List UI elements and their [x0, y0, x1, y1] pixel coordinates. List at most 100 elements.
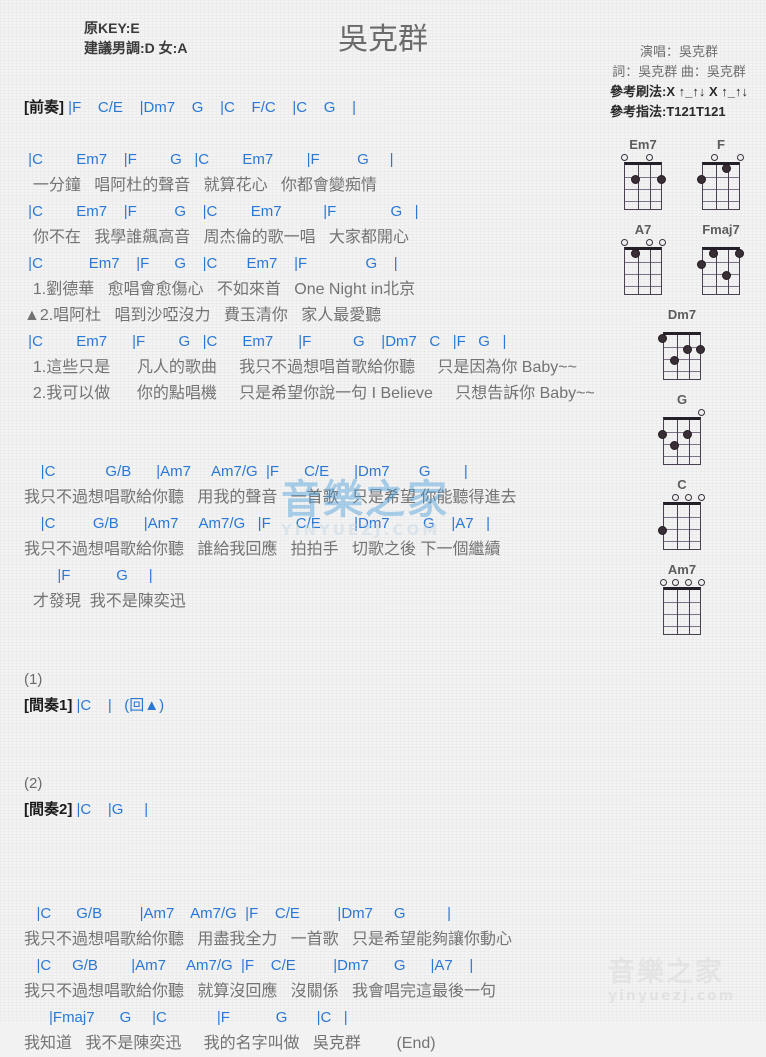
- chord-diagram-name: Em7: [629, 137, 657, 152]
- chord-diagram: Fmaj7: [682, 223, 760, 296]
- chord-diagram-name: C: [677, 477, 687, 492]
- lyric-line: 你不在 我學誰飆高音 周杰倫的歌一唱 大家都開心: [24, 229, 409, 246]
- finger-position-dot: [696, 259, 706, 269]
- fret-wire: [664, 517, 700, 518]
- finger-position-dot: [696, 174, 706, 184]
- fretboard: [663, 502, 701, 550]
- chord-line: |C G/B |Am7 Am7/G |F C/E |Dm7 G |A7 |: [24, 957, 474, 974]
- fingering-pattern: 參考指法:T121T121: [610, 104, 726, 119]
- open-string-circle-icon: [684, 579, 692, 586]
- chord-diagram-name: G: [676, 392, 688, 407]
- lyric-line: 2.我可以做 你的點唱機 只是希望你說一句 I Believe 只想告訴你 Ba…: [24, 385, 595, 402]
- open-string-circle-icon: [672, 579, 680, 586]
- chord-diagram-grid: [657, 578, 707, 636]
- chord-diagram: Am7: [604, 563, 760, 636]
- section-line: [間奏1] |C | (回▲): [24, 693, 610, 719]
- fret-wire: [664, 347, 700, 348]
- writer-line: 詞：吳克群 曲：吳克群: [612, 64, 746, 79]
- fret-wire: [664, 541, 700, 542]
- section-line: [前奏] |F C/E |Dm7 G |C F/C |C G |: [24, 95, 610, 121]
- chord-diagram: C: [604, 478, 760, 551]
- section-chords: |F C/E |Dm7 G |C F/C |C G |: [64, 99, 357, 116]
- finger-position-dot: [695, 344, 705, 354]
- fret-wire: [625, 262, 661, 263]
- fretboard: [663, 417, 701, 465]
- section-tag: [前奏]: [24, 99, 64, 116]
- finger-position-dot: [657, 429, 667, 439]
- chord-diagram-grid: [618, 153, 668, 211]
- finger-position-dot: [656, 174, 666, 184]
- chord-line: |C G/B |Am7 Am7/G |F C/E |Dm7 G |: [24, 463, 468, 480]
- line-spacer: [24, 745, 610, 771]
- string-line: [650, 165, 652, 209]
- line-spacer: [24, 433, 610, 459]
- fret-wire: [703, 286, 739, 287]
- fret-wire: [703, 262, 739, 263]
- fret-wire: [625, 201, 661, 202]
- line-spacer: [24, 121, 610, 147]
- chord-diagram-grid: [696, 238, 746, 296]
- open-string-markers: [618, 238, 668, 247]
- finger-position-dot: [682, 429, 692, 439]
- chord-sheet-page: 原KEY:E 建議男調:D 女:A 吳克群 演唱：吳克群 詞：吳克群 曲：吳克群…: [0, 0, 766, 1052]
- chord-diagram: Em7: [604, 138, 682, 211]
- chord-line: |C Em7 |F G |C Em7 |F G |: [24, 151, 394, 168]
- open-string-markers: [657, 493, 707, 502]
- finger-position-dot: [721, 270, 731, 280]
- string-line: [689, 335, 691, 379]
- fret-wire: [664, 602, 700, 603]
- finger-position-dot: [709, 248, 719, 258]
- fret-wire: [664, 626, 700, 627]
- fret-wire: [703, 201, 739, 202]
- lyric-line: 我知道 我不是陳奕迅 我的名字叫做 吳克群 (End): [24, 1035, 436, 1052]
- lyric-line: 我只不過想唱歌給你聽 誰給我回應 拍拍手 切歌之後 下一個繼續: [24, 541, 501, 558]
- open-string-circle-icon: [645, 154, 653, 161]
- string-line: [676, 505, 678, 549]
- chord-diagram: F: [682, 138, 760, 211]
- chord-diagram: G: [604, 393, 760, 466]
- chord-line: |C G/B |Am7 Am7/G |F C/E |Dm7 G |A7 |: [24, 515, 490, 532]
- chord-diagram-name: Dm7: [667, 307, 697, 322]
- chord-diagram-panel: Em7 F A7 Fmaj7 Dm7 G C Am7: [604, 138, 760, 648]
- section-tag: [間奏2]: [24, 801, 73, 818]
- strum-pattern: 參考刷法:X ↑_↑↓ X ↑_↑↓: [610, 84, 748, 99]
- fretboard: [663, 332, 701, 380]
- open-string-circle-icon: [697, 579, 705, 586]
- fret-wire: [625, 189, 661, 190]
- line-spacer: [24, 823, 610, 849]
- line-spacer: [24, 641, 610, 667]
- string-line: [650, 250, 652, 294]
- open-string-circle-icon: [672, 494, 680, 501]
- finger-position-dot: [670, 440, 680, 450]
- watermark-bottom: 音樂之家 yinyuezj.com: [608, 958, 758, 1012]
- repeat-marker: (2): [24, 775, 43, 792]
- lyric-line: 一分鐘 唱阿杜的聲音 就算花心 你都會變痴情: [24, 177, 377, 194]
- open-string-circle-icon: [645, 239, 653, 246]
- watermark-bottom-cjk: 音樂之家: [608, 957, 724, 988]
- section-line: [間奏2] |C |G |: [24, 797, 610, 823]
- open-string-circle-icon: [620, 154, 628, 161]
- fretboard: [663, 587, 701, 635]
- fret-wire: [703, 177, 739, 178]
- fret-wire: [625, 274, 661, 275]
- fretboard: [624, 162, 662, 210]
- open-string-circle-icon: [697, 494, 705, 501]
- fret-wire: [664, 614, 700, 615]
- chord-diagram-name: A7: [634, 222, 652, 237]
- finger-position-dot: [670, 355, 680, 365]
- string-line: [676, 590, 678, 634]
- line-spacer: [24, 719, 610, 745]
- open-string-circle-icon: [697, 409, 705, 416]
- open-string-markers: [657, 408, 707, 417]
- chord-diagram-grid: [696, 153, 746, 211]
- chord-line: |C Em7 |F G |C Em7 |F G |: [24, 203, 419, 220]
- singer-line: 演唱：吳克群: [640, 44, 719, 59]
- open-string-circle-icon: [659, 579, 667, 586]
- finger-position-dot: [657, 525, 667, 535]
- open-string-markers: [696, 238, 746, 247]
- finger-position-dot: [734, 248, 744, 258]
- chord-diagram-grid: [657, 493, 707, 551]
- open-string-markers: [618, 153, 668, 162]
- fret-wire: [625, 286, 661, 287]
- lyric-line: 我只不過想唱歌給你聽 用我的聲音 一首歌 只是希望 你能聽得進去: [24, 489, 517, 506]
